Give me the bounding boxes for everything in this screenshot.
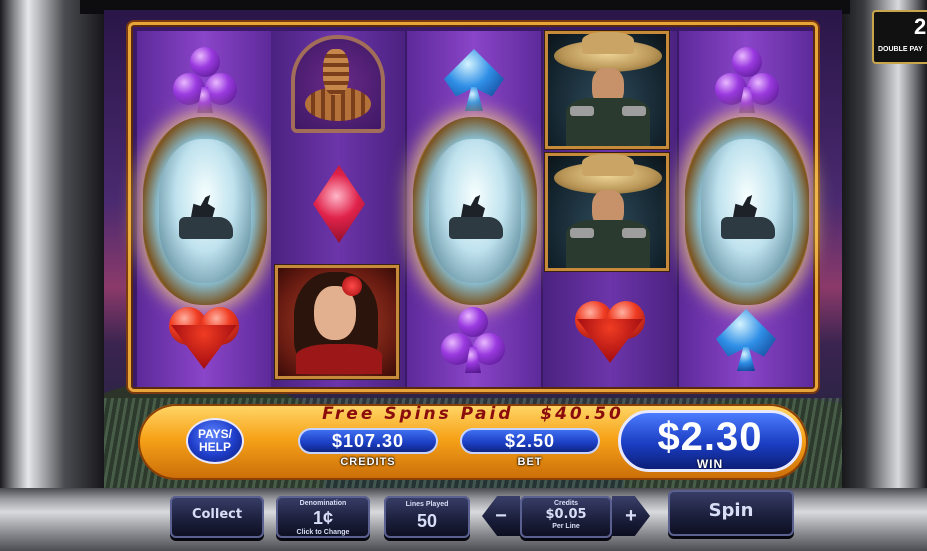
credits-label: CREDITS xyxy=(340,456,396,468)
bandit-icon xyxy=(545,31,669,149)
purple-club-icon xyxy=(173,47,237,117)
blue-spade-icon xyxy=(713,309,779,371)
cabinet-left-trim xyxy=(0,0,108,551)
minus-icon: − xyxy=(495,505,507,527)
bet-display: $2.50 xyxy=(460,428,600,454)
moon-wolf-icon xyxy=(685,117,809,305)
spin-label: Spin xyxy=(708,500,754,521)
win-display: $2.30 WIN xyxy=(618,410,802,472)
purple-club-icon xyxy=(715,47,779,117)
cabinet-right-trim xyxy=(837,0,927,551)
credits-per-line-hint: Per Line xyxy=(552,523,580,530)
purple-club-icon xyxy=(441,307,505,377)
game-screen: Free Spins Paid $40.50 PAYS/ HELP $107.3… xyxy=(104,10,842,488)
pays-help-button[interactable]: PAYS/ HELP xyxy=(186,418,244,464)
double-pay-indicator: 2 DOUBLE PAY xyxy=(872,10,927,64)
spin-button[interactable]: Spin xyxy=(668,490,794,536)
win-label: WIN xyxy=(696,457,724,471)
plus-icon: + xyxy=(625,505,637,527)
lines-played-value: 50 xyxy=(416,511,438,531)
moon-wolf-icon xyxy=(143,117,267,305)
reels-frame xyxy=(128,22,818,392)
win-amount: $2.30 xyxy=(657,415,763,459)
reel-2 xyxy=(271,31,405,387)
moon-wolf-icon xyxy=(413,117,537,305)
denomination-title: Denomination xyxy=(299,500,347,507)
pays-help-label: PAYS/ HELP xyxy=(197,427,233,454)
bet-label: BET xyxy=(517,456,543,468)
denomination-hint: Click to Change xyxy=(296,529,350,536)
collect-button[interactable]: Collect xyxy=(170,496,264,538)
red-diamond-icon xyxy=(313,165,365,243)
rattlesnake-icon xyxy=(291,35,385,133)
blue-spade-icon xyxy=(441,49,507,111)
reel-5 xyxy=(679,31,813,387)
red-heart-icon xyxy=(575,301,645,363)
collect-label: Collect xyxy=(191,507,243,522)
credits-per-line-button[interactable]: Credits $0.05 Per Line xyxy=(520,496,612,538)
reel-4 xyxy=(543,31,677,387)
red-heart-icon xyxy=(169,307,239,369)
info-bar: Free Spins Paid $40.50 PAYS/ HELP $107.3… xyxy=(138,404,808,480)
denomination-value: 1¢ xyxy=(312,508,334,528)
lines-played-title: Lines Played xyxy=(405,501,449,508)
lines-played-button[interactable]: Lines Played 50 xyxy=(384,496,470,538)
reel-1 xyxy=(137,31,271,387)
double-pay-number: 2 xyxy=(914,14,927,39)
bandit-icon xyxy=(545,153,669,271)
double-pay-label: DOUBLE PAY xyxy=(878,46,923,53)
reel-3 xyxy=(407,31,541,387)
denomination-button[interactable]: Denomination 1¢ Click to Change xyxy=(276,496,370,538)
credits-display: $107.30 xyxy=(298,428,438,454)
credits-per-line-value: $0.05 xyxy=(545,507,587,522)
senorita-icon xyxy=(275,265,399,379)
